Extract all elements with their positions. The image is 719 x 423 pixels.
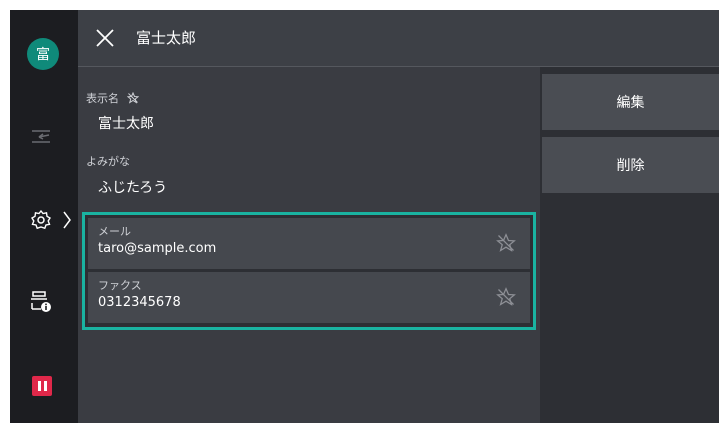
page-title: 富士太郎 bbox=[136, 29, 197, 47]
app-frame: 富 富士太郎 表示名 富士太郎 よみがな ふじたろう メール taro@samp… bbox=[10, 10, 719, 423]
email-value: taro@sample.com bbox=[98, 241, 217, 256]
contact-row-email[interactable]: メール taro@sample.com bbox=[88, 218, 530, 269]
transfer-icon bbox=[29, 126, 53, 150]
pause-button[interactable] bbox=[32, 376, 52, 396]
display-name-label: 表示名 bbox=[86, 91, 139, 108]
email-label: メール bbox=[98, 225, 131, 238]
display-name-label-text: 表示名 bbox=[86, 92, 119, 105]
fax-label: ファクス bbox=[98, 279, 142, 292]
close-icon[interactable] bbox=[94, 27, 116, 49]
star-outline-icon[interactable] bbox=[496, 287, 516, 311]
chevron-right-icon bbox=[62, 210, 72, 235]
action-panel: 編集 削除 bbox=[540, 67, 719, 423]
contact-detail: 表示名 富士太郎 よみがな ふじたろう メール taro@sample.com … bbox=[78, 67, 540, 423]
fax-value: 0312345678 bbox=[98, 295, 181, 310]
edit-button[interactable]: 編集 bbox=[542, 74, 719, 130]
pause-icon-bar bbox=[43, 381, 47, 391]
contact-list-selected: メール taro@sample.com ファクス 0312345678 bbox=[82, 212, 536, 330]
user-avatar[interactable]: 富 bbox=[27, 38, 59, 70]
contact-row-fax[interactable]: ファクス 0312345678 bbox=[88, 272, 530, 323]
reading-label: よみがな bbox=[86, 155, 130, 168]
reading-value: ふじたろう bbox=[98, 180, 168, 196]
pause-icon-bar bbox=[37, 381, 41, 391]
sidebar: 富 bbox=[10, 10, 78, 423]
gear-icon[interactable] bbox=[30, 209, 52, 235]
star-outline-icon bbox=[126, 91, 139, 108]
display-name-value: 富士太郎 bbox=[98, 116, 154, 132]
delete-button[interactable]: 削除 bbox=[542, 137, 719, 193]
printer-info-icon[interactable] bbox=[29, 289, 53, 317]
star-outline-icon[interactable] bbox=[496, 233, 516, 257]
avatar-initial: 富 bbox=[36, 47, 50, 63]
header-bar: 富士太郎 bbox=[78, 10, 719, 67]
